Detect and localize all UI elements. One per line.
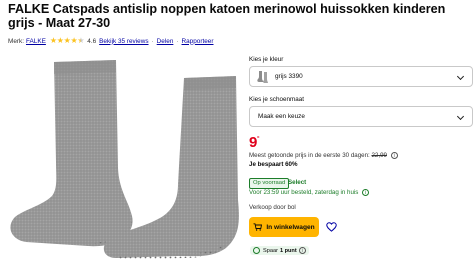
seller-text: Verkoop door bol <box>249 204 296 211</box>
spaar-label: Spaar <box>263 247 278 254</box>
add-to-cart-label: In winkelwagen <box>266 223 315 231</box>
rating-value: 4.6 <box>87 37 97 45</box>
lowest-price-text: Meest getoonde prijs in de eerste 30 dag… <box>249 152 370 160</box>
size-select-label: Kies je schoenmaat <box>249 96 304 103</box>
lowest-price-note: Meest getoonde prijs in de eerste 30 dag… <box>249 152 398 159</box>
right-sock-cuff <box>184 76 236 90</box>
price-cents: - <box>256 132 260 141</box>
socks-illustration <box>10 60 239 260</box>
reviews-link[interactable]: Bekijk 35 reviews <box>99 38 148 45</box>
half-star-icon: ★ <box>77 36 85 45</box>
left-sock-cuff <box>54 60 116 74</box>
info-icon[interactable]: i <box>362 189 370 196</box>
separator: · <box>151 37 154 45</box>
chevron-down-icon <box>456 112 465 120</box>
old-price: 22,99 <box>371 152 387 160</box>
add-to-cart-button[interactable]: In winkelwagen <box>249 217 319 237</box>
wishlist-heart-icon[interactable] <box>326 222 337 232</box>
select-label[interactable]: Select <box>288 179 306 186</box>
report-link[interactable]: Rapporteer <box>182 38 214 45</box>
star-icon: ★ <box>49 36 57 45</box>
color-select-value: grijs 3390 <box>275 73 303 80</box>
delivery-note: Voor 23:59 uur besteld, zaterdag in huis… <box>249 189 370 197</box>
star-icon: ★ <box>56 36 64 45</box>
color-select-label: Kies je kleur <box>249 56 284 63</box>
product-title: FALKE Catspads antislip noppen katoen me… <box>8 2 446 30</box>
chevron-down-icon <box>456 72 465 80</box>
product-image[interactable] <box>8 50 243 265</box>
delivery-note-text: Voor 23:59 uur besteld, zaterdag in huis <box>249 189 359 197</box>
color-select[interactable]: grijs 3390 <box>249 66 473 87</box>
info-icon[interactable]: i <box>298 247 306 254</box>
cart-icon <box>253 223 263 231</box>
spaar-points: 1 punt <box>279 247 297 254</box>
share-link[interactable]: Delen <box>157 38 174 45</box>
color-swatch-sock-icon <box>257 70 268 83</box>
brand-label: Merk: <box>8 37 24 45</box>
info-icon[interactable]: i <box>390 152 398 159</box>
size-select[interactable]: Maak een keuze <box>249 106 473 127</box>
price-main: 9 <box>249 134 257 151</box>
rating-stars: ★ ★ ★ ★ ★ <box>49 36 85 45</box>
in-stock-badge: Op voorraad <box>249 178 290 189</box>
star-icon: ★ <box>70 36 78 45</box>
loyalty-points-badge: Spaar 1 punt i <box>250 246 309 255</box>
price: 9- <box>249 132 260 151</box>
star-icon: ★ <box>63 36 71 45</box>
size-select-value: Maak een keuze <box>258 113 305 120</box>
product-meta-row: Merk: FALKE ★ ★ ★ ★ ★ 4.6 Bekijk 35 revi… <box>8 37 214 45</box>
left-sock <box>10 60 133 247</box>
savings-text: Je bespaart 60% <box>249 161 298 168</box>
separator: · <box>176 37 179 45</box>
points-icon <box>253 247 260 254</box>
brand-link[interactable]: FALKE <box>26 38 46 45</box>
